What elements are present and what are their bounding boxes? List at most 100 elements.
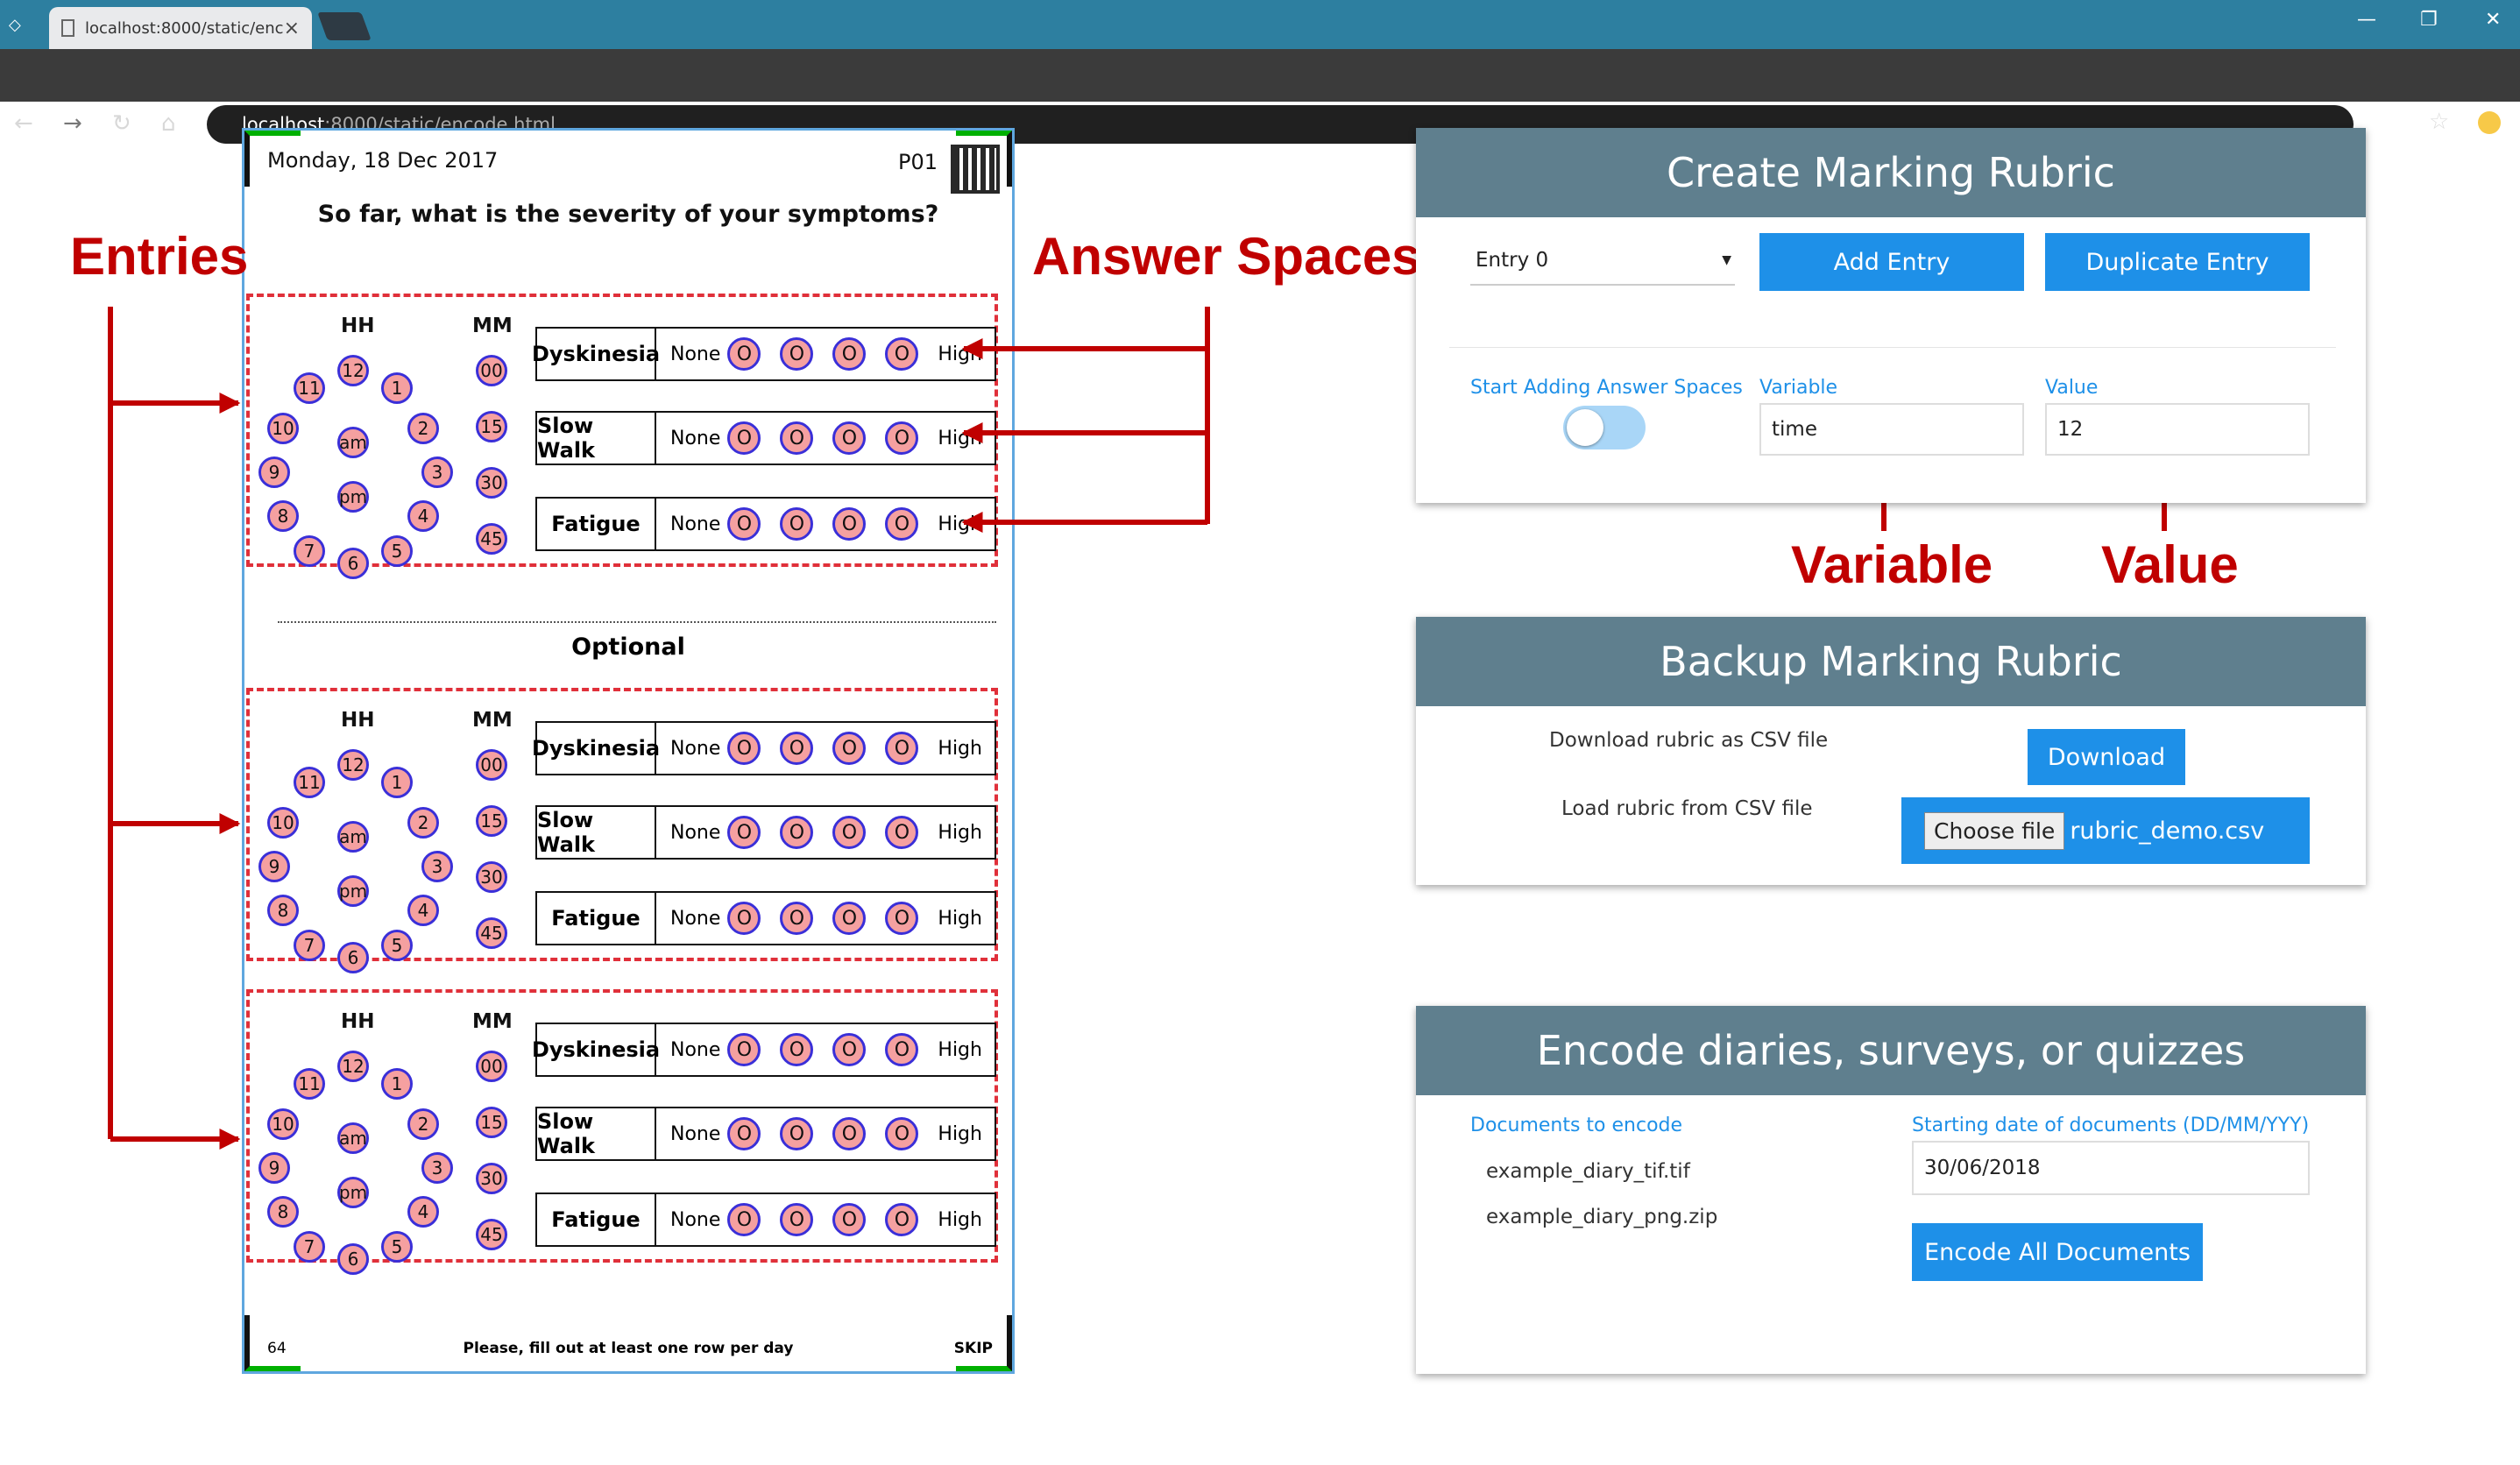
hour-bubble[interactable]: 2 bbox=[407, 807, 439, 839]
close-tab-icon[interactable]: × bbox=[284, 18, 300, 39]
hour-bubble[interactable]: 10 bbox=[267, 1108, 299, 1140]
minute-bubble[interactable]: 30 bbox=[476, 467, 507, 499]
answer-bubble[interactable]: O bbox=[885, 732, 919, 765]
minute-bubble[interactable]: 15 bbox=[476, 411, 507, 442]
hour-bubble[interactable]: 6 bbox=[337, 548, 369, 579]
hour-bubble[interactable]: 7 bbox=[294, 1231, 325, 1263]
home-icon[interactable]: ⌂ bbox=[161, 110, 176, 137]
hour-bubble[interactable]: 11 bbox=[294, 767, 325, 798]
hour-bubble[interactable]: 6 bbox=[337, 1243, 369, 1275]
answer-bubble[interactable]: O bbox=[885, 337, 919, 371]
hour-bubble[interactable]: 12 bbox=[337, 1051, 369, 1082]
minute-bubble[interactable]: 45 bbox=[476, 917, 507, 949]
answer-bubble[interactable]: O bbox=[780, 902, 814, 935]
hour-bubble[interactable]: 11 bbox=[294, 372, 325, 404]
answer-bubble[interactable]: O bbox=[885, 902, 919, 935]
hour-bubble[interactable]: 7 bbox=[294, 535, 325, 567]
hour-bubble[interactable]: 3 bbox=[421, 456, 453, 488]
answer-bubble[interactable]: O bbox=[885, 421, 919, 455]
answer-bubble[interactable]: O bbox=[780, 732, 814, 765]
new-tab-button[interactable] bbox=[317, 12, 372, 40]
answer-bubble[interactable]: O bbox=[780, 1033, 814, 1066]
file-input[interactable]: Choose file rubric_demo.csv bbox=[1901, 797, 2310, 864]
add-entry-button[interactable]: Add Entry bbox=[1759, 233, 2024, 291]
hour-bubble[interactable]: 5 bbox=[381, 930, 413, 961]
hour-bubble[interactable]: 8 bbox=[267, 895, 299, 926]
answer-bubble[interactable]: O bbox=[727, 902, 761, 935]
restore-icon[interactable]: ❐ bbox=[2420, 9, 2438, 31]
hour-bubble[interactable]: pm bbox=[337, 1177, 369, 1208]
hour-bubble[interactable]: 2 bbox=[407, 1108, 439, 1140]
hour-bubble[interactable]: 4 bbox=[407, 500, 439, 532]
hour-bubble[interactable]: 6 bbox=[337, 942, 369, 973]
answer-bubble[interactable]: O bbox=[780, 1117, 814, 1150]
answer-bubble[interactable]: O bbox=[832, 337, 867, 371]
minute-bubble[interactable]: 30 bbox=[476, 1163, 507, 1194]
hour-bubble[interactable]: 10 bbox=[267, 807, 299, 839]
duplicate-entry-button[interactable]: Duplicate Entry bbox=[2045, 233, 2310, 291]
browser-tab[interactable]: localhost:8000/static/enc × bbox=[49, 7, 312, 49]
minute-bubble[interactable]: 45 bbox=[476, 523, 507, 555]
back-icon[interactable]: ← bbox=[14, 110, 33, 137]
hour-bubble[interactable]: 9 bbox=[258, 1152, 290, 1184]
minute-bubble[interactable]: 00 bbox=[476, 749, 507, 781]
answer-bubble[interactable]: O bbox=[832, 421, 867, 455]
hour-bubble[interactable]: 12 bbox=[337, 749, 369, 781]
answer-bubble[interactable]: O bbox=[885, 1033, 919, 1066]
answer-bubble[interactable]: O bbox=[832, 1033, 867, 1066]
answer-bubble[interactable]: O bbox=[727, 337, 761, 371]
download-button[interactable]: Download bbox=[2028, 729, 2185, 785]
hour-bubble[interactable]: 1 bbox=[381, 767, 413, 798]
answer-bubble[interactable]: O bbox=[780, 816, 814, 849]
answer-bubble[interactable]: O bbox=[885, 507, 919, 541]
hour-bubble[interactable]: 5 bbox=[381, 535, 413, 567]
minute-bubble[interactable]: 00 bbox=[476, 1051, 507, 1082]
minute-bubble[interactable]: 15 bbox=[476, 1107, 507, 1138]
minute-bubble[interactable]: 45 bbox=[476, 1219, 507, 1250]
hour-bubble[interactable]: 8 bbox=[267, 1196, 299, 1228]
forward-icon[interactable]: → bbox=[63, 110, 82, 137]
answer-spaces-toggle[interactable] bbox=[1563, 406, 1646, 449]
variable-input[interactable]: time bbox=[1759, 403, 2024, 456]
answer-bubble[interactable]: O bbox=[832, 732, 867, 765]
hour-bubble[interactable]: 5 bbox=[381, 1231, 413, 1263]
hour-bubble[interactable]: 12 bbox=[337, 355, 369, 386]
hour-bubble[interactable]: am bbox=[337, 1122, 369, 1154]
answer-bubble[interactable]: O bbox=[780, 421, 814, 455]
hour-bubble[interactable]: 8 bbox=[267, 500, 299, 532]
minute-bubble[interactable]: 00 bbox=[476, 355, 507, 386]
entry-select[interactable]: Entry 0 ▼ bbox=[1470, 237, 1735, 286]
answer-bubble[interactable]: O bbox=[780, 337, 814, 371]
answer-bubble[interactable]: O bbox=[832, 507, 867, 541]
answer-bubble[interactable]: O bbox=[727, 816, 761, 849]
answer-bubble[interactable]: O bbox=[780, 507, 814, 541]
hour-bubble[interactable]: 7 bbox=[294, 930, 325, 961]
bookmark-star-icon[interactable]: ☆ bbox=[2429, 109, 2449, 135]
hour-bubble[interactable]: 10 bbox=[267, 413, 299, 444]
start-date-input[interactable]: 30/06/2018 bbox=[1912, 1141, 2310, 1195]
choose-file-button[interactable]: Choose file bbox=[1924, 811, 2065, 850]
extension-icon[interactable] bbox=[2478, 111, 2501, 134]
minute-bubble[interactable]: 15 bbox=[476, 805, 507, 837]
answer-bubble[interactable]: O bbox=[780, 1203, 814, 1236]
answer-bubble[interactable]: O bbox=[885, 1203, 919, 1236]
hour-bubble[interactable]: 4 bbox=[407, 1196, 439, 1228]
hour-bubble[interactable]: pm bbox=[337, 875, 369, 907]
hour-bubble[interactable]: 3 bbox=[421, 1152, 453, 1184]
hour-bubble[interactable]: 2 bbox=[407, 413, 439, 444]
minimize-icon[interactable]: — bbox=[2357, 9, 2376, 31]
hour-bubble[interactable]: am bbox=[337, 427, 369, 458]
close-window-icon[interactable]: ✕ bbox=[2485, 9, 2501, 31]
answer-bubble[interactable]: O bbox=[727, 1033, 761, 1066]
answer-bubble[interactable]: O bbox=[832, 1203, 867, 1236]
minute-bubble[interactable]: 30 bbox=[476, 861, 507, 893]
value-input[interactable]: 12 bbox=[2045, 403, 2310, 456]
hour-bubble[interactable]: 3 bbox=[421, 851, 453, 882]
hour-bubble[interactable]: 11 bbox=[294, 1068, 325, 1100]
hour-bubble[interactable]: 1 bbox=[381, 1068, 413, 1100]
hour-bubble[interactable]: am bbox=[337, 821, 369, 853]
hour-bubble[interactable]: 4 bbox=[407, 895, 439, 926]
hour-bubble[interactable]: pm bbox=[337, 481, 369, 513]
answer-bubble[interactable]: O bbox=[727, 1117, 761, 1150]
answer-bubble[interactable]: O bbox=[832, 902, 867, 935]
